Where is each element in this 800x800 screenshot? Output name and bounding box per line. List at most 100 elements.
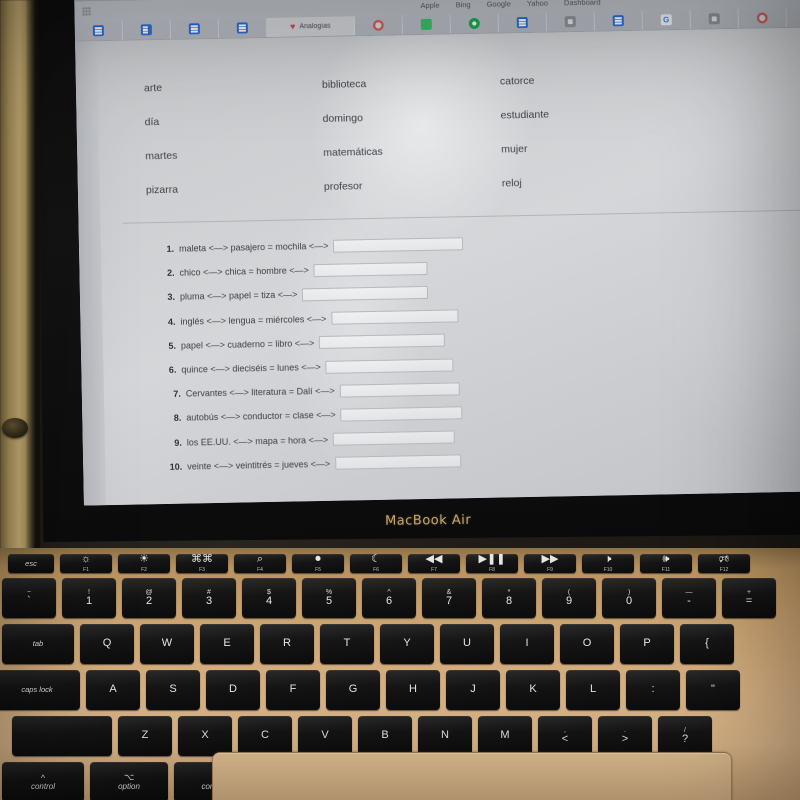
tab[interactable]	[170, 18, 220, 39]
key-?[interactable]: /?	[658, 716, 712, 756]
key-d[interactable]: D	[206, 670, 260, 710]
tab[interactable]	[690, 8, 739, 29]
key-u[interactable]: U	[440, 624, 494, 664]
key-<[interactable]: , <	[538, 716, 592, 756]
key-label: ☾	[371, 554, 381, 566]
key-F9[interactable]: ▶▶ F9	[524, 554, 576, 573]
key-m[interactable]: M	[478, 716, 532, 756]
answer-input[interactable]	[325, 357, 454, 374]
key-f[interactable]: F	[266, 670, 320, 710]
tab[interactable]	[738, 7, 787, 28]
bookmark-dashboard[interactable]: Dashboard	[564, 0, 601, 7]
apps-grid-icon[interactable]	[82, 7, 91, 16]
key-z[interactable]: Z	[118, 716, 172, 756]
key-num-8[interactable]: * 8	[482, 578, 536, 618]
key-num-0[interactable]: ) 0	[602, 578, 656, 618]
key-F11[interactable]: 🕪 F11	[640, 554, 692, 573]
key-num-5[interactable]: % 5	[302, 578, 356, 618]
key-num-3[interactable]: #3	[182, 578, 236, 618]
tab[interactable]	[74, 20, 124, 41]
answer-input[interactable]	[331, 309, 459, 325]
key-sublabel: ~	[26, 588, 32, 596]
key-o[interactable]: O	[560, 624, 614, 664]
key-sublabel: .	[624, 726, 626, 734]
key-num-7[interactable]: & 7	[422, 578, 476, 618]
answer-input[interactable]	[334, 454, 462, 471]
tab[interactable]	[594, 10, 643, 31]
key-e[interactable]: E	[200, 624, 254, 664]
answer-input[interactable]	[339, 382, 460, 398]
key-w[interactable]: W	[140, 624, 194, 664]
key-"[interactable]: "	[686, 670, 740, 710]
key-k[interactable]: K	[506, 670, 560, 710]
key-caps-lock[interactable]: caps lock	[0, 670, 80, 710]
key-F3[interactable]: ⌘⌘ F3	[176, 554, 228, 573]
key-n[interactable]: N	[418, 716, 472, 756]
key-control[interactable]: ^ control	[2, 762, 84, 800]
answer-input[interactable]	[340, 406, 463, 422]
key-shift-left[interactable]	[12, 716, 112, 756]
bookmark-yahoo[interactable]: Yahoo	[527, 0, 548, 7]
tab[interactable]	[546, 11, 595, 32]
key-{[interactable]: {	[680, 624, 734, 664]
key-tab[interactable]: tab	[2, 624, 74, 664]
key-num-4[interactable]: $4	[242, 578, 296, 618]
key-p[interactable]: P	[620, 624, 674, 664]
answer-input[interactable]	[333, 236, 464, 253]
key-fn-label: F10	[603, 566, 613, 573]
key-j[interactable]: J	[446, 670, 500, 710]
key-s[interactable]: S	[146, 670, 200, 710]
tab[interactable]	[450, 13, 499, 34]
key-num--[interactable]: — -	[662, 578, 716, 618]
key-num-9[interactable]: (9	[542, 578, 596, 618]
key-option[interactable]: ⌥option	[90, 762, 168, 800]
key-esc[interactable]: esc	[8, 554, 54, 573]
bookmark-google[interactable]: Google	[487, 0, 511, 8]
key-num-`[interactable]: ~ `	[2, 578, 56, 618]
key-num-=[interactable]: + =	[722, 578, 776, 618]
answer-input[interactable]	[332, 430, 456, 446]
tab[interactable]	[402, 14, 451, 35]
key-i[interactable]: I	[500, 624, 554, 664]
tab[interactable]	[642, 9, 691, 30]
key-F10[interactable]: 🕨 F10	[582, 554, 634, 573]
key-g[interactable]: G	[326, 670, 380, 710]
key-v[interactable]: V	[298, 716, 352, 756]
key-F4[interactable]: ⌕ F4	[234, 554, 286, 573]
trackpad[interactable]	[212, 752, 732, 800]
key-F6[interactable]: ☾ F6	[350, 554, 402, 573]
tab-active[interactable]: ♥ Analogías	[266, 16, 356, 37]
key-F2[interactable]: ☀ F2	[118, 554, 170, 573]
bookmark-bing[interactable]: Bing	[456, 0, 471, 9]
key-num-1[interactable]: ! 1	[62, 578, 116, 618]
key-label: "	[711, 683, 715, 696]
key-b[interactable]: B	[358, 716, 412, 756]
tab[interactable]	[498, 12, 547, 33]
key-F1[interactable]: ☼ F1	[60, 554, 112, 573]
key-r[interactable]: R	[260, 624, 314, 664]
key-t[interactable]: T	[320, 624, 374, 664]
key->[interactable]: . >	[598, 716, 652, 756]
tab[interactable]	[786, 7, 800, 27]
key-F12[interactable]: 🕫 F12	[698, 554, 750, 573]
answer-input[interactable]	[313, 261, 428, 277]
key-x[interactable]: X	[178, 716, 232, 756]
tab[interactable]	[354, 15, 403, 36]
tab[interactable]	[218, 17, 268, 38]
key-num-2[interactable]: @2	[122, 578, 176, 618]
key-h[interactable]: H	[386, 670, 440, 710]
key-F7[interactable]: ◀◀ F7	[408, 554, 460, 573]
key-:[interactable]: :	[626, 670, 680, 710]
tab[interactable]	[122, 19, 172, 40]
key-c[interactable]: C	[238, 716, 292, 756]
bookmark-apple[interactable]: Apple	[420, 0, 439, 9]
key-F5[interactable]: ⏺ F5	[292, 554, 344, 573]
key-q[interactable]: Q	[80, 624, 134, 664]
key-num-6[interactable]: ^ 6	[362, 578, 416, 618]
key-l[interactable]: L	[566, 670, 620, 710]
key-y[interactable]: Y	[380, 624, 434, 664]
key-a[interactable]: A	[86, 670, 140, 710]
answer-input[interactable]	[319, 333, 446, 350]
key-F8[interactable]: ▶❚❚ F8	[466, 554, 518, 573]
answer-input[interactable]	[302, 285, 429, 302]
